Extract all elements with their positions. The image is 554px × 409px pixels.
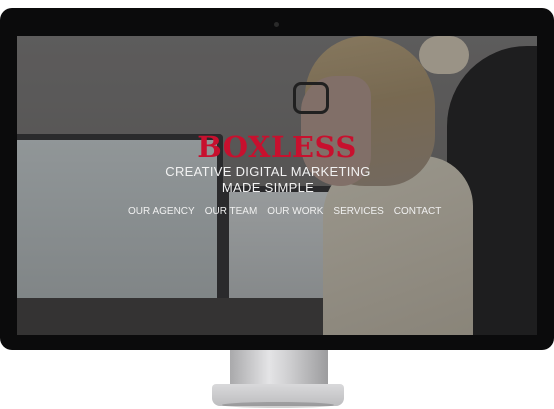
tagline-line-1: CREATIVE DIGITAL MARKETING [165,164,371,179]
monitor-stand-neck [230,350,328,388]
nav-our-agency[interactable]: OUR AGENCY [123,206,200,217]
monitor-frame: BOXLESS CREATIVE DIGITAL MARKETING MADE … [0,8,554,350]
tagline-line-2: MADE SIMPLE [221,180,315,195]
stand-shadow [222,402,334,408]
nav-services[interactable]: SERVICES [328,206,388,217]
webcam-icon [274,22,279,27]
nav-contact[interactable]: CONTACT [389,206,447,217]
main-nav: OUR AGENCY OUR TEAM OUR WORK SERVICES CO… [123,206,446,217]
nav-our-team[interactable]: OUR TEAM [200,206,263,217]
hero-section: BOXLESS CREATIVE DIGITAL MARKETING MADE … [17,36,537,335]
nav-our-work[interactable]: OUR WORK [262,206,328,217]
website-screen: BOXLESS CREATIVE DIGITAL MARKETING MADE … [17,36,537,335]
site-logo[interactable]: BOXLESS [17,130,537,164]
